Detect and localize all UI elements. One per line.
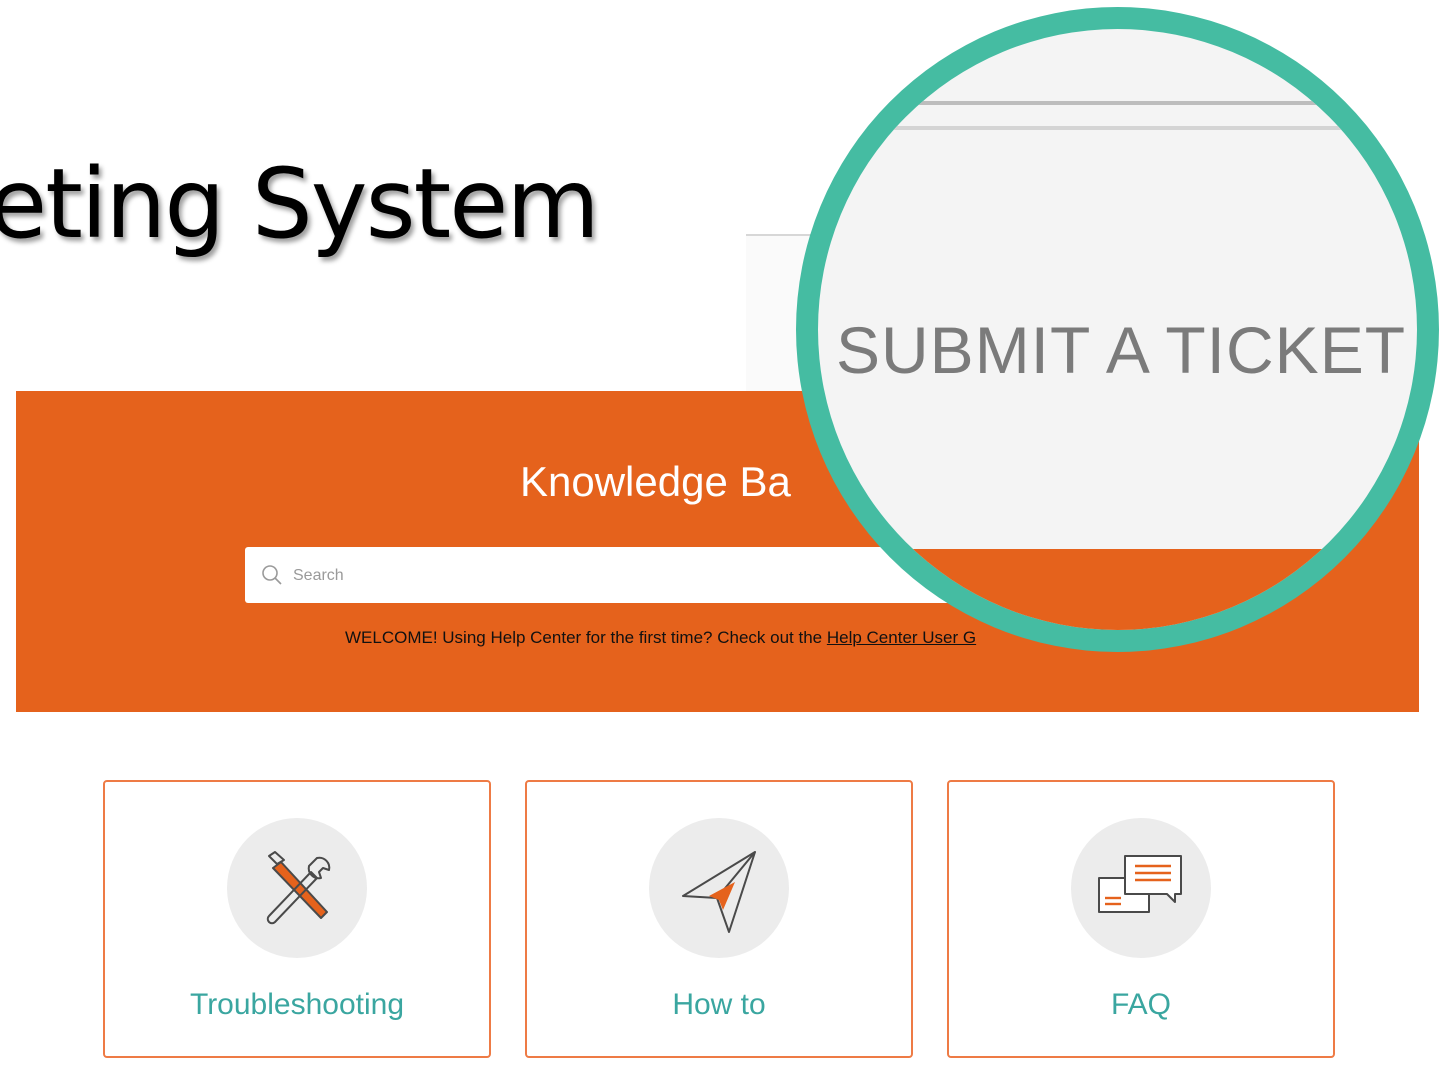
- card-faq[interactable]: FAQ: [947, 780, 1335, 1058]
- category-cards: Troubleshooting How to FAQ: [0, 780, 1439, 1060]
- slide-title: keting System: [0, 148, 600, 260]
- welcome-text: WELCOME! Using Help Center for the first…: [345, 628, 827, 647]
- tools-icon: [227, 818, 367, 958]
- zoom-divider: [818, 101, 1417, 105]
- chat-bubbles-icon: [1071, 818, 1211, 958]
- search-icon: [261, 564, 283, 591]
- submit-ticket-link[interactable]: SUBMIT A TICKET: [836, 312, 1406, 388]
- welcome-message: WELCOME! Using Help Center for the first…: [345, 628, 1065, 648]
- paper-plane-icon: [649, 818, 789, 958]
- card-label: FAQ: [1110, 988, 1171, 1021]
- card-how-to[interactable]: How to: [525, 780, 913, 1058]
- help-center-guide-link[interactable]: Help Center User G: [827, 628, 976, 647]
- card-troubleshooting[interactable]: Troubleshooting: [103, 780, 491, 1058]
- zoom-divider: [818, 126, 1417, 130]
- zoom-callout: SUBMIT A TICKET: [796, 7, 1439, 652]
- banner-title: Knowledge Ba: [520, 458, 791, 505]
- card-label: Troubleshooting: [189, 988, 405, 1021]
- card-label: How to: [672, 988, 766, 1021]
